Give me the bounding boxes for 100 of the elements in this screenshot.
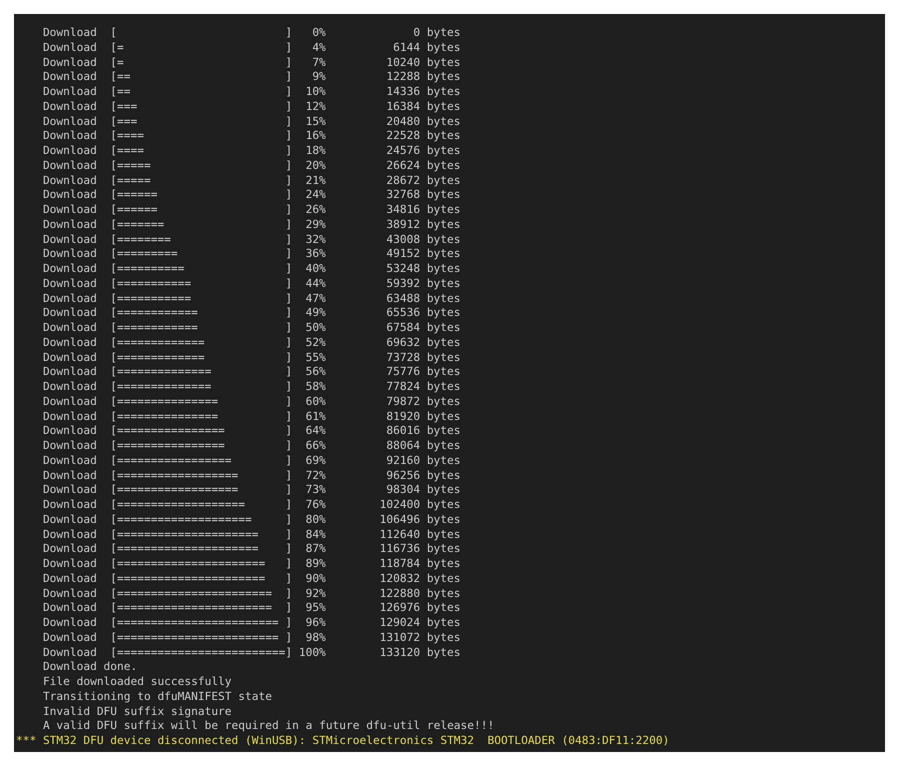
download-label: Download [42, 306, 97, 321]
percent-text: 95% [306, 601, 326, 616]
byte-count: 81920 bytes [386, 410, 460, 424]
byte-count: 10240 bytes [386, 56, 460, 70]
percent-text: 4% [312, 40, 326, 56]
bracketed-text: [== ] [110, 70, 292, 85]
bracketed-text: [================== ] [110, 468, 292, 484]
percent-text: 26% [306, 203, 326, 218]
bracketed-text: [================= ] [110, 454, 292, 468]
download-label: Download [42, 56, 97, 70]
percent-text: 21% [306, 174, 326, 188]
bracketed-text: [ ] [110, 26, 292, 41]
download-label: Download [42, 454, 97, 468]
device-notice: *** STM32 DFU device disconnected (WinUSB): STMicroelectronics STM32 BOOTLOADER (0483:DF11:2200) [16, 734, 670, 749]
bracketed-text: [====== ] [110, 188, 292, 203]
percent-text: 49% [306, 306, 326, 321]
byte-count: 43008 bytes [386, 232, 460, 248]
percent-text: 44% [306, 276, 326, 292]
download-label: Download [42, 586, 97, 602]
download-label: Download [42, 498, 97, 513]
bracketed-text: [=============== ] [110, 394, 292, 410]
byte-count: 122880 bytes [380, 586, 460, 602]
byte-count: 120832 bytes [380, 572, 460, 586]
byte-count: 6144 bytes [393, 40, 460, 56]
percent-text: 98% [306, 630, 326, 646]
bracketed-text: [======================= ] [110, 601, 292, 616]
download-label: Download [42, 410, 97, 424]
percent-text: 64% [306, 424, 326, 439]
download-label: Download [42, 262, 97, 277]
byte-count: 53248 bytes [386, 262, 460, 277]
byte-count: 98304 bytes [386, 483, 460, 498]
bracketed-text: [================ ] [110, 424, 292, 439]
byte-count: 102400 bytes [380, 498, 460, 513]
download-label: Download [42, 350, 97, 366]
percent-text: 10% [306, 85, 326, 100]
bracketed-text: [============ ] [110, 321, 292, 336]
download-label: Download [42, 114, 97, 130]
download-label: Download [42, 40, 97, 56]
byte-count: 14336 bytes [386, 85, 460, 100]
percent-text: 60% [306, 394, 326, 410]
download-label: Download [42, 630, 97, 646]
byte-count: 77824 bytes [386, 380, 460, 395]
byte-count: 20480 bytes [386, 114, 460, 130]
percent-text: 52% [306, 336, 326, 350]
bracketed-text: [============= ] [110, 336, 292, 350]
log-message: File downloaded successfully [42, 675, 232, 690]
byte-count: 59392 bytes [386, 276, 460, 292]
bracketed-text: [= ] [110, 40, 292, 56]
bracketed-text: [=============== ] [110, 410, 292, 424]
log-message: Download done. [42, 660, 138, 675]
bracketed-text: [================== ] [110, 483, 292, 498]
byte-count: 26624 bytes [386, 158, 460, 174]
byte-count: 12288 bytes [386, 70, 460, 85]
download-label: Download [42, 424, 97, 439]
byte-count: 106496 bytes [380, 512, 460, 528]
bracketed-text: [=========== ] [110, 276, 292, 292]
log-message: Invalid DFU suffix signature [42, 704, 232, 720]
percent-text: 20% [306, 158, 326, 174]
download-label: Download [42, 232, 97, 248]
download-label: Download [42, 468, 97, 484]
byte-count: 69632 bytes [386, 336, 460, 350]
download-label: Download [42, 336, 97, 350]
percent-text: 40% [306, 262, 326, 277]
bracketed-text: [========== ] [110, 262, 292, 277]
download-label: Download [42, 292, 97, 306]
download-label: Download [42, 276, 97, 292]
byte-count: 73728 bytes [386, 350, 460, 366]
byte-count: 129024 bytes [380, 616, 460, 631]
bracketed-text: [======== ] [110, 232, 292, 248]
byte-count: 49152 bytes [386, 247, 460, 262]
bracketed-text: [=== ] [110, 114, 292, 130]
byte-count: 32768 bytes [386, 188, 460, 203]
percent-text: 7% [312, 56, 326, 70]
percent-text: 9% [312, 70, 326, 85]
bracketed-text: [======= ] [110, 218, 292, 232]
download-label: Download [42, 542, 97, 557]
bracketed-text: [============== ] [110, 365, 292, 380]
percent-text: 66% [306, 439, 326, 454]
bracketed-text: [===================== ] [110, 528, 292, 542]
download-label: Download [42, 572, 97, 586]
byte-count: 112640 bytes [380, 528, 460, 542]
bracketed-text: [== ] [110, 85, 292, 100]
download-label: Download [42, 439, 97, 454]
byte-count: 34816 bytes [386, 203, 460, 218]
percent-text: 100% [298, 646, 326, 660]
download-label: Download [42, 203, 97, 218]
download-label: Download [42, 70, 97, 85]
bracketed-text: [============ ] [110, 306, 292, 321]
byte-count: 131072 bytes [380, 630, 460, 646]
bracketed-text: [============= ] [110, 350, 292, 366]
bracketed-text: [==== ] [110, 144, 292, 159]
bracketed-text: [===== ] [110, 174, 292, 188]
percent-text: 58% [306, 380, 326, 395]
bracketed-text: [=========== ] [110, 292, 292, 306]
percent-text: 87% [306, 542, 326, 557]
byte-count: 16384 bytes [386, 100, 460, 114]
bracketed-text: [================ ] [110, 439, 292, 454]
download-label: Download [42, 188, 97, 203]
percent-text: 47% [306, 292, 326, 306]
byte-count: 126976 bytes [380, 601, 460, 616]
